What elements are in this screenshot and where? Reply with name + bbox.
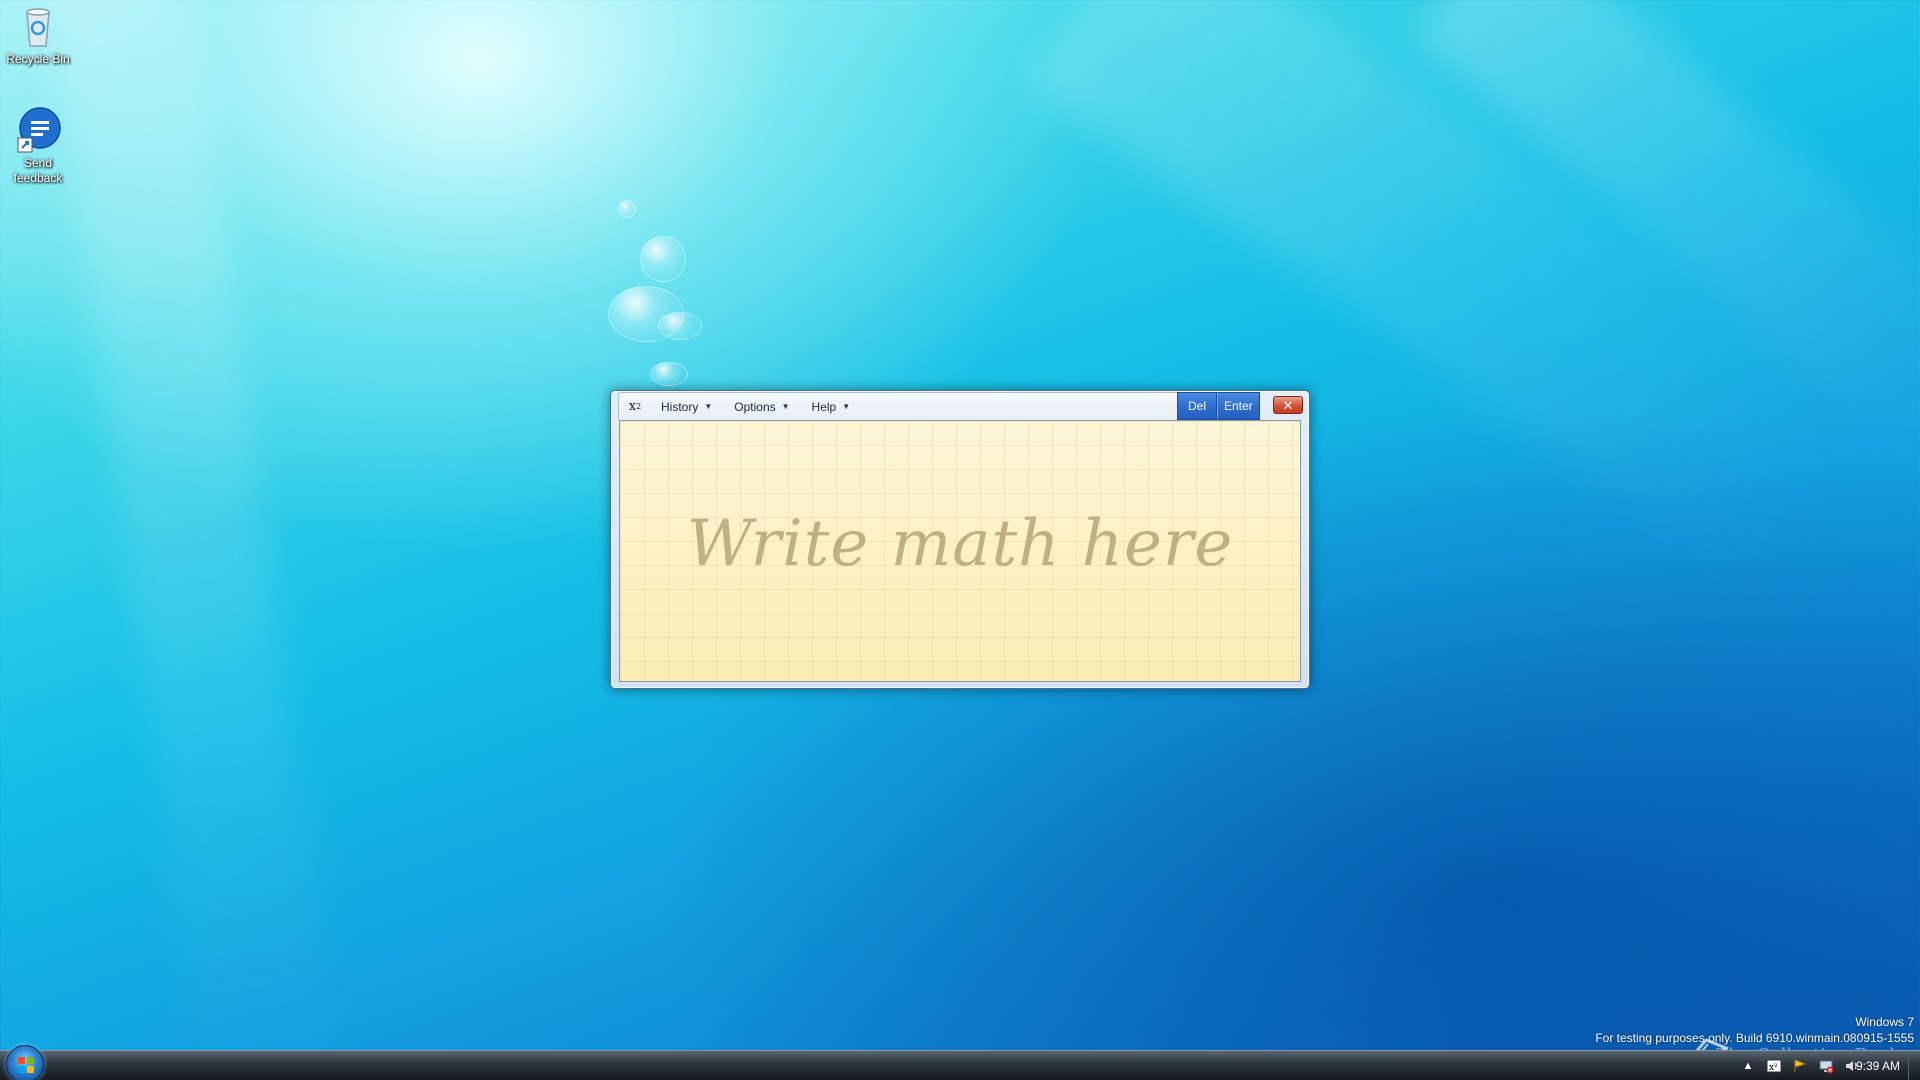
taskbar: ▲ x² 9:39 AM — [0, 1045, 1920, 1080]
desktop-icon-recycle-bin[interactable]: Recycle Bin — [0, 2, 76, 67]
del-button[interactable]: Del — [1177, 392, 1217, 420]
chevron-down-icon: ▼ — [781, 402, 790, 411]
light-ray — [37, 0, 343, 1080]
close-icon: ✕ — [1282, 397, 1294, 413]
network-icon[interactable] — [1818, 1058, 1834, 1074]
chevron-down-icon: ▼ — [704, 402, 713, 411]
build-watermark: Windows 7 For testing purposes only. Bui… — [1595, 1014, 1914, 1046]
menu-options[interactable]: Options ▼ — [726, 396, 797, 418]
system-tray: ▲ x² — [1740, 1051, 1860, 1080]
windows-logo-icon — [18, 1057, 34, 1073]
math-input-tray-icon[interactable]: x² — [1766, 1058, 1782, 1074]
math-input-app-icon[interactable]: x2 — [623, 396, 647, 418]
bubble-decoration — [640, 236, 686, 282]
action-buttons: Del Enter — [1177, 392, 1260, 420]
enter-button[interactable]: Enter — [1217, 392, 1260, 420]
menu-bar: x2 History ▼ Options ▼ Help ▼ — [618, 392, 1188, 420]
desktop-icon-send-feedback[interactable]: Send feedback — [0, 106, 76, 186]
menu-label: History — [661, 399, 699, 414]
bubble-decoration — [618, 200, 636, 218]
handwriting-input-area[interactable]: Write math here — [619, 420, 1301, 682]
show-desktop-button[interactable] — [1908, 1051, 1920, 1080]
light-ray — [1410, 0, 1920, 487]
menu-label: Options — [734, 399, 776, 414]
action-center-icon[interactable] — [1792, 1058, 1808, 1074]
bubble-decoration — [658, 312, 702, 340]
menu-label: Help — [811, 399, 837, 414]
close-button[interactable]: ✕ — [1273, 396, 1303, 414]
desktop-icon-label: Send feedback — [13, 156, 63, 185]
writing-area-placeholder: Write math here — [686, 507, 1234, 581]
app-icon-superscript: 2 — [636, 402, 642, 411]
start-button[interactable] — [6, 1045, 44, 1080]
svg-text:x²: x² — [1769, 1063, 1778, 1073]
menu-history[interactable]: History ▼ — [653, 396, 720, 418]
send-feedback-icon — [14, 106, 62, 154]
taskbar-clock[interactable]: 9:39 AM — [1856, 1051, 1900, 1080]
show-hidden-icons-arrow-icon[interactable]: ▲ — [1740, 1058, 1756, 1074]
os-name: Windows 7 — [1855, 1015, 1914, 1029]
bubble-decoration — [650, 362, 688, 386]
chevron-down-icon: ▼ — [842, 402, 851, 411]
bubble-decoration — [608, 286, 684, 342]
math-input-panel-window: x2 History ▼ Options ▼ Help ▼ Del Enter ✕ W… — [610, 390, 1310, 689]
menu-help[interactable]: Help ▼ — [804, 396, 859, 418]
build-info: For testing purposes only. Build 6910.wi… — [1595, 1031, 1914, 1045]
app-icon-glyph: x — [628, 399, 637, 414]
desktop-icon-label: Recycle Bin — [6, 52, 70, 66]
recycle-bin-icon — [14, 2, 62, 50]
